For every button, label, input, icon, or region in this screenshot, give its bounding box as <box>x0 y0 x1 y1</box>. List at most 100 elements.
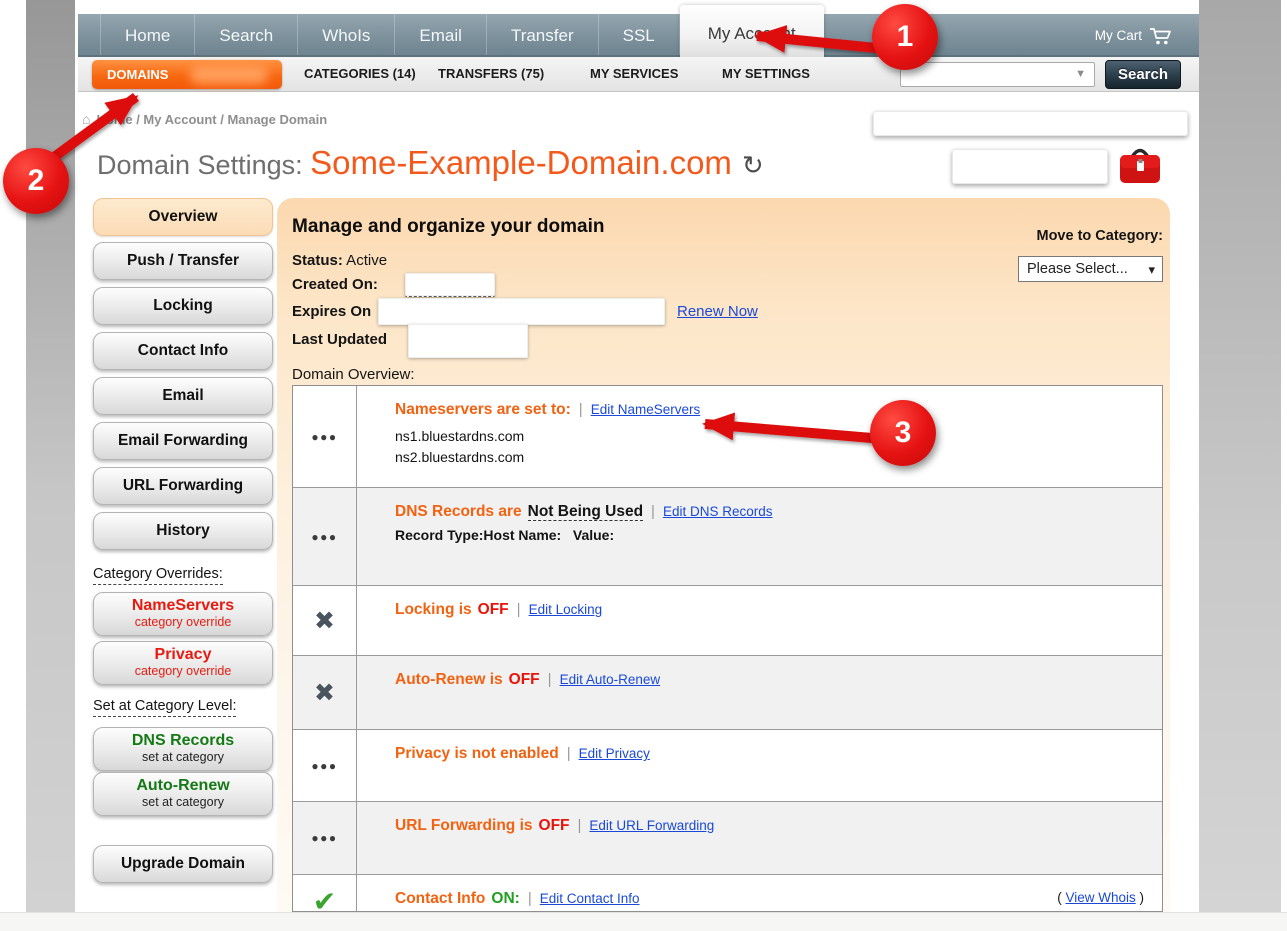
separator: | <box>548 671 552 688</box>
tab-my-account[interactable]: My Account <box>680 5 824 57</box>
redacted-updated-date <box>408 324 528 358</box>
row-title: URL Forwarding is <box>395 817 533 834</box>
paren-close: ) <box>1136 890 1144 905</box>
tab-search[interactable]: Search <box>195 14 298 55</box>
sidebar-item-push-transfer[interactable]: Push / Transfer <box>93 242 273 280</box>
view-whois-wrap: ( View Whois ) <box>1057 890 1144 905</box>
tab-email[interactable]: Email <box>395 14 487 55</box>
separator: | <box>517 601 521 618</box>
row-status: OFF <box>478 601 509 618</box>
row-title: Auto-Renew is <box>395 671 503 688</box>
sidebar-item-email[interactable]: Email <box>93 377 273 415</box>
edit-locking-link[interactable]: Edit Locking <box>529 602 603 617</box>
category-select[interactable]: Please Select... ▾ <box>1018 256 1163 282</box>
dots-icon <box>293 386 357 487</box>
row-title: Locking is <box>395 601 472 618</box>
edit-nameservers-link[interactable]: Edit NameServers <box>591 402 701 417</box>
sidebar-item-url-forwarding[interactable]: URL Forwarding <box>93 467 273 505</box>
page-title-prefix: Domain Settings: <box>97 150 310 180</box>
row-auto-renew: Auto-Renew is OFF | Edit Auto-Renew <box>293 656 1162 730</box>
separator: | <box>567 745 571 762</box>
edit-privacy-link[interactable]: Edit Privacy <box>579 746 650 761</box>
sidebar-item-locking[interactable]: Locking <box>93 287 273 325</box>
row-url-forwarding: URL Forwarding isOFF|Edit URL Forwarding <box>293 802 1162 875</box>
domains-label: DOMAINS <box>107 67 168 82</box>
separator: | <box>651 503 655 520</box>
edit-contact-info-link[interactable]: Edit Contact Info <box>540 891 640 906</box>
edit-auto-renew-link[interactable]: Edit Auto-Renew <box>560 672 661 687</box>
check-icon <box>293 875 357 912</box>
expires-on-label: Expires On <box>292 303 371 320</box>
edit-url-forwarding-link[interactable]: Edit URL Forwarding <box>589 818 714 833</box>
my-cart-button[interactable]: My Cart <box>1095 14 1173 57</box>
category-overrides-label: Category Overrides: <box>93 566 223 585</box>
edit-dns-records-link[interactable]: Edit DNS Records <box>663 504 773 519</box>
select-chevron-icon: ▾ <box>1148 258 1155 282</box>
dots-icon <box>293 730 357 801</box>
domain-search-combobox[interactable]: ▼ <box>900 62 1095 87</box>
sidebar-item-overview[interactable]: Overview <box>93 198 273 236</box>
breadcrumb-path: Home / My Account / Manage Domain <box>96 112 327 127</box>
redacted-tools-box <box>952 149 1108 184</box>
subnav-my-settings[interactable]: MY SETTINGS <box>722 57 810 91</box>
row-status: OFF <box>509 671 540 688</box>
sidebar-item-contact-info[interactable]: Contact Info <box>93 332 273 370</box>
row-dns-records: DNS Records areNot Being Used|Edit DNS R… <box>293 488 1162 586</box>
bottom-edge <box>0 912 1287 931</box>
domain-overview-table: Nameservers are set to: | Edit NameServers… <box>292 385 1163 912</box>
redacted-account-box <box>873 111 1188 136</box>
view-whois-link[interactable]: View Whois <box>1065 890 1135 905</box>
move-to-category-label: Move to Category: <box>1003 228 1163 244</box>
sidebar-item-dns-records-category[interactable]: DNS Records set at category <box>93 727 273 771</box>
domain-name: Some-Example-Domain.com <box>310 144 732 181</box>
category-level-subtitle: set at category <box>94 795 272 809</box>
breadcrumb[interactable]: ⌂ Home / My Account / Manage Domain <box>82 111 327 127</box>
nameserver-1: ns1.bluestardns.com <box>395 426 1162 446</box>
sidebar-item-auto-renew-category[interactable]: Auto-Renew set at category <box>93 772 273 816</box>
status-value: Active <box>343 252 387 269</box>
tab-home[interactable]: Home <box>100 14 195 55</box>
right-margin <box>1199 0 1281 912</box>
sidebar-item-upgrade-domain[interactable]: Upgrade Domain <box>93 845 273 883</box>
category-level-subtitle: set at category <box>94 750 272 764</box>
combobox-dropdown-icon[interactable]: ▼ <box>1075 68 1086 80</box>
row-title: DNS Records are <box>395 503 522 520</box>
dots-icon <box>293 802 357 874</box>
tab-transfer[interactable]: Transfer <box>487 14 599 55</box>
sidebar-item-privacy-override[interactable]: Privacy category override <box>93 641 273 685</box>
subnav-categories[interactable]: CATEGORIES (14) <box>304 57 416 91</box>
sub-nav: DOMAINS CATEGORIES (14) TRANSFERS (75) M… <box>78 57 1199 92</box>
override-subtitle: category override <box>94 615 272 629</box>
subnav-my-services[interactable]: MY SERVICES <box>590 57 678 91</box>
set-at-category-label: Set at Category Level: <box>93 698 236 717</box>
redacted-expiry-date <box>378 298 665 325</box>
sidebar-item-email-forwarding[interactable]: Email Forwarding <box>93 422 273 460</box>
dots-icon <box>293 488 357 585</box>
row-title: Contact Info <box>395 890 485 907</box>
my-cart-label: My Cart <box>1095 28 1142 43</box>
left-margin <box>26 0 75 912</box>
separator: | <box>528 890 532 907</box>
redacted-count-smudge <box>190 65 268 84</box>
tab-whois[interactable]: WhoIs <box>298 14 395 55</box>
annotation-badge-1: 1 <box>872 4 938 70</box>
search-button[interactable]: Search <box>1105 60 1181 89</box>
refresh-icon[interactable]: ↻ <box>742 150 764 180</box>
subnav-transfers[interactable]: TRANSFERS (75) <box>438 57 544 91</box>
cart-icon <box>1149 26 1173 46</box>
home-icon: ⌂ <box>82 111 90 127</box>
renew-now-link[interactable]: Renew Now <box>677 303 758 320</box>
row-contact-info: Contact Info ON: | Edit Contact Info ( View… <box>293 875 1162 912</box>
sidebar-item-history[interactable]: History <box>93 512 273 550</box>
subnav-domains-button[interactable]: DOMAINS <box>92 60 282 89</box>
category-select-value: Please Select... <box>1027 261 1128 277</box>
row-title: Nameservers are set to: <box>395 401 571 418</box>
sidebar-item-nameservers-override[interactable]: NameServers category override <box>93 592 273 636</box>
row-privacy: Privacy is not enabled|Edit Privacy <box>293 730 1162 802</box>
category-level-title: Auto-Renew <box>94 777 272 795</box>
status-line: Status: Active <box>292 252 387 269</box>
nameserver-2: ns2.bluestardns.com <box>395 447 1162 467</box>
row-status: ON: <box>491 890 519 907</box>
toolbox-icon[interactable] <box>1117 144 1163 187</box>
tab-ssl[interactable]: SSL <box>599 14 680 55</box>
